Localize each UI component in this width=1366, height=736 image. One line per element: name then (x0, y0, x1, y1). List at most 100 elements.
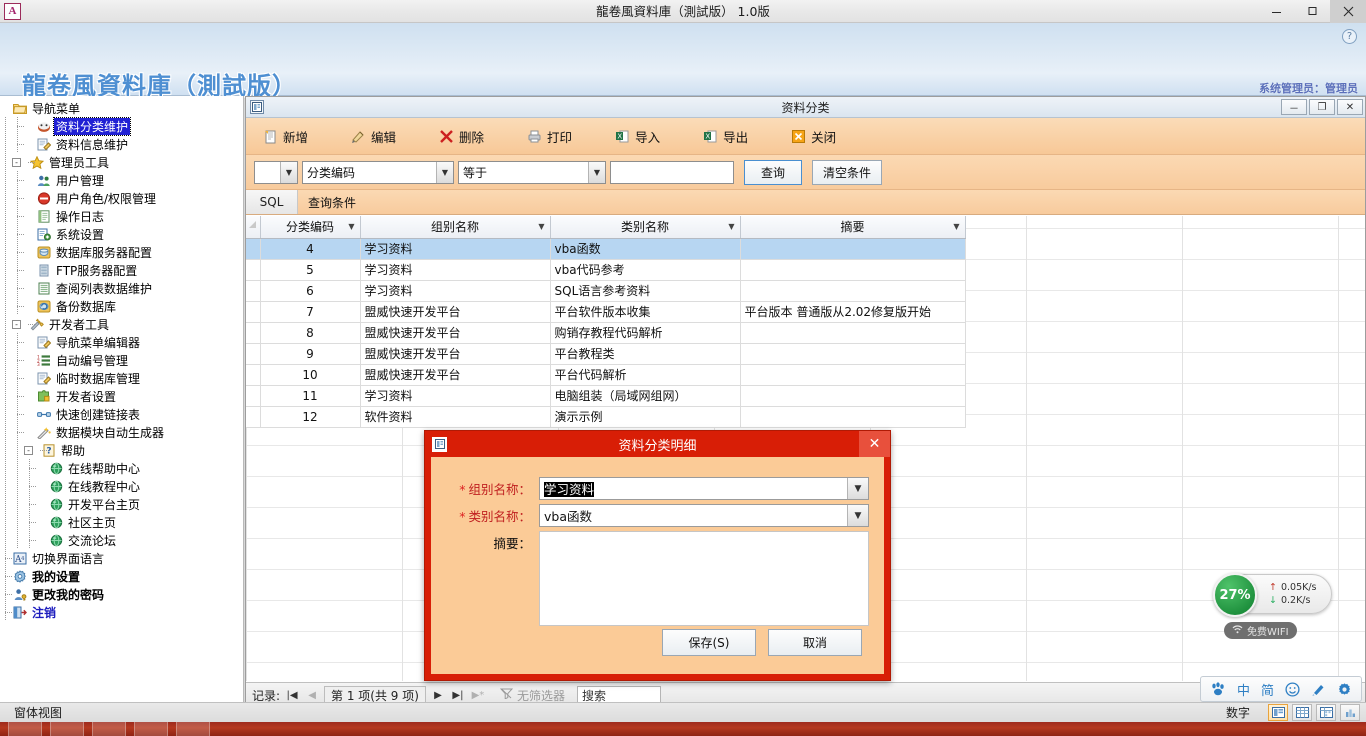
table-row[interactable]: 11 学习资料 电脑组装（局域网组网） (246, 385, 966, 407)
free-wifi-button[interactable]: 免费WIFI (1224, 622, 1297, 639)
first-record-button[interactable]: |◀ (284, 690, 300, 701)
tree-expander[interactable]: - (12, 319, 21, 329)
sidebar-item-8[interactable]: 数据库服务器配置 (0, 243, 243, 261)
table-cell[interactable]: 盟威快速开发平台 (360, 343, 551, 365)
table-cell[interactable]: 4 (260, 238, 361, 260)
sidebar-item-21[interactable]: 在线教程中心 (0, 477, 243, 495)
taskbar-item[interactable] (92, 722, 126, 736)
row-selector[interactable] (246, 385, 261, 407)
last-record-button[interactable]: ▶| (450, 690, 466, 701)
next-record-button[interactable]: ▶ (430, 690, 446, 701)
sidebar-item-22[interactable]: 开发平台主页 (0, 495, 243, 513)
taskbar-item[interactable] (50, 722, 84, 736)
table-cell[interactable]: 平台版本 普通版从2.02修复版开始 (740, 301, 966, 323)
pivot-chart-icon[interactable] (1340, 704, 1360, 721)
row-selector[interactable] (246, 406, 261, 428)
mdi-restore-button[interactable]: ❐ (1309, 99, 1335, 115)
chevron-down-icon[interactable]: ▼ (847, 505, 868, 526)
maximize-button[interactable] (1294, 0, 1330, 23)
table-cell[interactable]: 10 (260, 364, 361, 386)
sidebar-item-17[interactable]: 快速创建链接表 (0, 405, 243, 423)
sidebar-item-16[interactable]: 开发者设置 (0, 387, 243, 405)
chevron-down-icon[interactable]: ▼ (953, 222, 959, 231)
toolbar-button-delete[interactable]: 删除 (434, 123, 494, 149)
sidebar-item-7[interactable]: 系统设置 (0, 225, 243, 243)
table-cell[interactable]: 购销存教程代码解析 (550, 322, 741, 344)
minimize-button[interactable] (1258, 0, 1294, 23)
sidebar-item-9[interactable]: FTP服务器配置 (0, 261, 243, 279)
filter-field-combo[interactable]: 分类编码 ▼ (302, 160, 454, 184)
sidebar-item-27[interactable]: 更改我的密码 (0, 585, 243, 603)
toolbar-button-new[interactable]: 新增 (258, 123, 318, 149)
table-cell[interactable]: vba函数 (550, 238, 741, 260)
filter-criteria-input[interactable] (610, 160, 734, 184)
table-cell[interactable]: 平台教程类 (550, 343, 741, 365)
save-button[interactable]: 保存(S) (662, 629, 756, 656)
sidebar-item-1[interactable]: 资料分类维护 (0, 116, 243, 136)
baidu-paw-icon[interactable] (1210, 682, 1226, 696)
table-cell[interactable] (740, 343, 966, 365)
group-name-combo[interactable]: 学习资料 ▼ (539, 477, 869, 500)
mdi-minimize-button[interactable]: － (1281, 99, 1307, 115)
smiley-icon[interactable] (1285, 681, 1300, 697)
pen-icon[interactable] (1311, 682, 1326, 697)
table-row[interactable]: 4 学习资料 vba函数 (246, 238, 966, 260)
sidebar-item-18[interactable]: 数据模块自动生成器 (0, 423, 243, 441)
column-header-group[interactable]: 组别名称 ▼ (360, 216, 551, 239)
filter-status[interactable]: 无筛选器 (499, 687, 565, 704)
chevron-down-icon[interactable]: ▼ (847, 478, 868, 499)
cancel-button[interactable]: 取消 (768, 629, 862, 656)
column-header-code[interactable]: 分类编码 ▼ (260, 216, 361, 239)
previous-record-button[interactable]: ◀ (304, 690, 320, 701)
table-cell[interactable] (740, 238, 966, 260)
sidebar-item-3[interactable]: - 管理员工具 (0, 153, 243, 171)
table-cell[interactable] (740, 385, 966, 407)
chevron-down-icon[interactable]: ▼ (348, 222, 354, 231)
table-cell[interactable]: 演示示例 (550, 406, 741, 428)
table-cell[interactable] (740, 364, 966, 386)
toolbar-button-print[interactable]: 打印 (522, 123, 582, 149)
chevron-down-icon[interactable]: ▼ (728, 222, 734, 231)
sidebar-item-24[interactable]: 交流论坛 (0, 531, 243, 549)
gear-icon[interactable] (1337, 682, 1352, 697)
toolbar-button-edit[interactable]: 编辑 (346, 123, 406, 149)
sidebar-item-2[interactable]: 资料信息维护 (0, 135, 243, 153)
table-cell[interactable]: 软件资料 (360, 406, 551, 428)
table-cell[interactable]: 平台软件版本收集 (550, 301, 741, 323)
table-row[interactable]: 7 盟威快速开发平台 平台软件版本收集 平台版本 普通版从2.02修复版开始 (246, 301, 966, 323)
table-row[interactable]: 9 盟威快速开发平台 平台教程类 (246, 343, 966, 365)
sidebar-item-28[interactable]: 注销 (0, 603, 243, 621)
os-taskbar[interactable] (0, 722, 1366, 736)
sidebar-item-12[interactable]: - 开发者工具 (0, 315, 243, 333)
table-row[interactable]: 5 学习资料 vba代码参考 (246, 259, 966, 281)
tree-expander[interactable]: - (24, 445, 33, 455)
row-selector[interactable] (246, 301, 261, 323)
column-header-category[interactable]: 类别名称 ▼ (550, 216, 741, 239)
toolbar-button-close[interactable]: 关闭 (786, 123, 846, 149)
sidebar-item-15[interactable]: 临时数据库管理 (0, 369, 243, 387)
sidebar-item-13[interactable]: 导航菜单编辑器 (0, 333, 243, 351)
pivot-table-icon[interactable] (1316, 704, 1336, 721)
clear-conditions-button[interactable]: 清空条件 (812, 159, 882, 185)
row-selector[interactable] (246, 364, 261, 386)
row-selector[interactable] (246, 280, 261, 302)
sidebar-item-14[interactable]: 1 2 3 自动编号管理 (0, 351, 243, 369)
table-cell[interactable]: 8 (260, 322, 361, 344)
table-cell[interactable] (740, 259, 966, 281)
new-record-button[interactable]: ▶* (470, 690, 486, 701)
table-cell[interactable]: 盟威快速开发平台 (360, 364, 551, 386)
table-row[interactable]: 10 盟威快速开发平台 平台代码解析 (246, 364, 966, 386)
table-row[interactable]: 8 盟威快速开发平台 购销存教程代码解析 (246, 322, 966, 344)
nav-root[interactable]: 导航菜单 (0, 99, 243, 117)
table-cell[interactable]: 盟威快速开发平台 (360, 322, 551, 344)
sidebar-item-26[interactable]: 我的设置 (0, 567, 243, 585)
filter-operator-combo[interactable]: 等于 ▼ (458, 160, 606, 184)
sidebar-item-20[interactable]: 在线帮助中心 (0, 459, 243, 477)
taskbar-item[interactable] (176, 722, 210, 736)
dialog-close-button[interactable]: ✕ (859, 431, 890, 457)
network-speed-widget[interactable]: 27% ↑ 0.05K/s ↓ 0.2K/s (1213, 573, 1332, 617)
sidebar-item-5[interactable]: 用户角色/权限管理 (0, 189, 243, 207)
table-cell[interactable] (740, 280, 966, 302)
table-cell[interactable]: 学习资料 (360, 385, 551, 407)
taskbar-item[interactable] (8, 722, 42, 736)
